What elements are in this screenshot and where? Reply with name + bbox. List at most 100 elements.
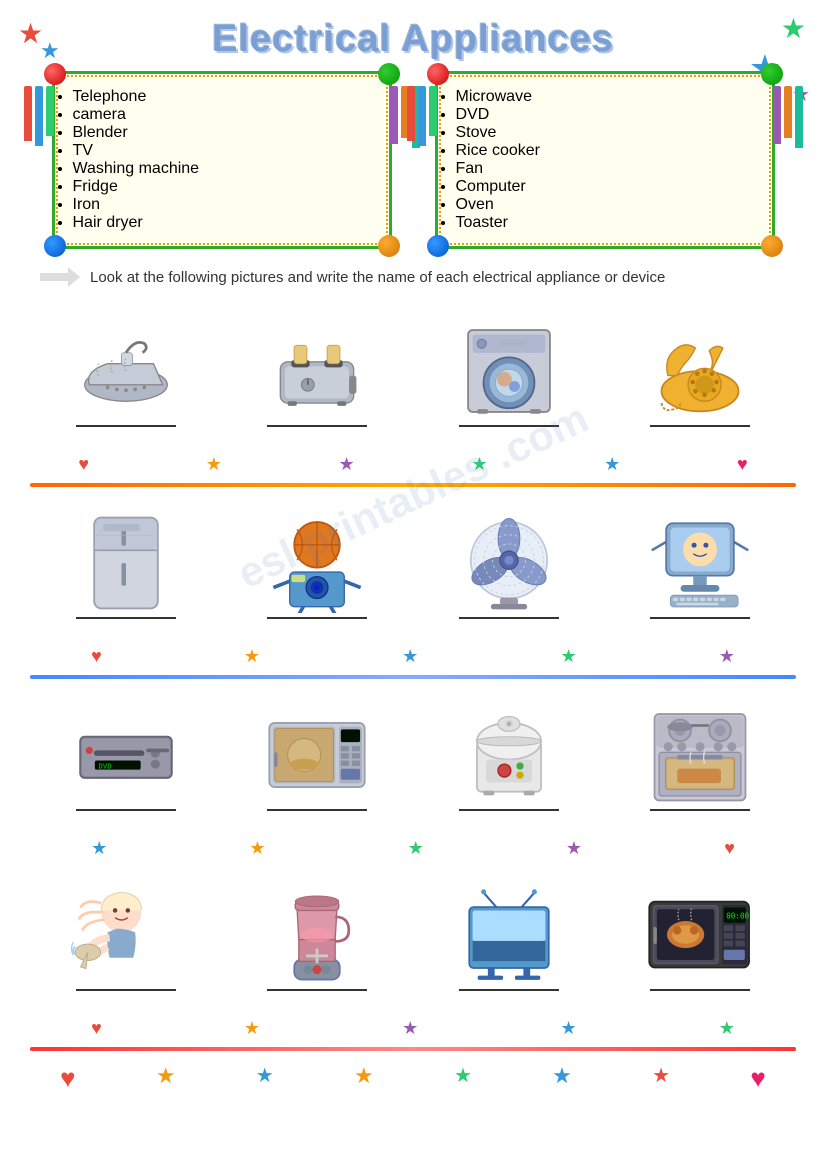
deco-star-4-4: ★ (560, 1018, 576, 1039)
deco-star-4-3: ★ (402, 1018, 418, 1039)
answer-line-fridge (76, 617, 176, 619)
corner-blob-tl (44, 63, 66, 85)
star-deco-3: ★ (781, 15, 806, 43)
deco-star-s2: ★ (206, 454, 222, 475)
left-list-box: Telephone camera Blender TV Washing mach… (52, 71, 392, 249)
list2-item-5: Fan (456, 160, 754, 178)
deco-star-s5: ★ (604, 454, 620, 475)
image-cell-computer (620, 501, 780, 631)
pencil-green (46, 86, 54, 136)
list1-item-7: Iron (73, 196, 371, 214)
right-list: Microwave DVD Stove Rice cooker Fan Comp… (456, 88, 754, 232)
deco-star-s6: ♥ (737, 454, 748, 475)
left-list-container: Telephone camera Blender TV Washing mach… (52, 71, 392, 249)
hair-dryer-svg (71, 885, 181, 985)
deco-stars-2: ♥ ★ ★ ★ ★ (0, 641, 826, 671)
deco-star-2-2: ★ (244, 646, 260, 667)
image-row-2 (0, 491, 826, 641)
bottom-star-6: ★ (652, 1063, 670, 1094)
deco-stars-3: ★ ★ ★ ★ ♥ (0, 833, 826, 863)
corner-blob-tr (378, 63, 400, 85)
page-wrapper: ★ ★ ★ ★ ★ Electrical Appliances Telephon… (0, 0, 826, 1102)
deco-star-s1: ♥ (78, 454, 89, 475)
list1-item-4: TV (73, 142, 371, 160)
instruction-text: Look at the following pictures and write… (90, 269, 665, 286)
deco-star-2-4: ★ (560, 646, 576, 667)
computer-svg (645, 513, 755, 613)
deco-star-2-3: ★ (402, 646, 418, 667)
deco-stars-4: ♥ ★ ★ ★ ★ (0, 1013, 826, 1043)
answer-line-dvd (76, 809, 176, 811)
pencil-purple (390, 86, 398, 144)
answer-line-hair-dryer (76, 989, 176, 991)
corner-blob-br (378, 235, 400, 257)
iron-svg (71, 321, 181, 421)
answer-line-microwave2 (650, 989, 750, 991)
answer-line-iron (76, 425, 176, 427)
image-row-1 (0, 299, 826, 449)
answer-line-rice-cooker (459, 809, 559, 811)
list1-item-1: Telephone (73, 88, 371, 106)
star-deco-2: ★ (40, 40, 60, 62)
list2-item-3: Stove (456, 124, 754, 142)
rice-cooker-svg (454, 705, 564, 805)
image-cell-fan (429, 501, 589, 631)
image-cell-fridge (46, 501, 206, 631)
blender-svg (262, 885, 372, 985)
arrow-icon (40, 267, 80, 287)
image-cell-hair-dryer (46, 873, 206, 1003)
answer-line-computer (650, 617, 750, 619)
image-cell-oven (620, 693, 780, 823)
deco-star-3-4: ★ (566, 838, 582, 859)
pencil-rr-teal (795, 86, 803, 148)
bottom-star-heart: ♥ (60, 1063, 75, 1094)
corner-blob-r-br (761, 235, 783, 257)
pencil-r-blue (418, 86, 426, 146)
image-cell-dvd: DVD (46, 693, 206, 823)
image-cell-telephone (620, 309, 780, 439)
bottom-star-heart2: ♥ (750, 1063, 765, 1094)
list1-item-2: camera (73, 106, 371, 124)
right-list-box: Microwave DVD Stove Rice cooker Fan Comp… (435, 71, 775, 249)
image-cell-microwave2: 00:00 (620, 873, 780, 1003)
right-list-container: Microwave DVD Stove Rice cooker Fan Comp… (435, 71, 775, 249)
image-row-3: DVD (0, 683, 826, 833)
tv-svg (454, 885, 564, 985)
pencils-left (24, 86, 54, 146)
deco-star-3-3: ★ (408, 838, 424, 859)
list1-item-8: Hair dryer (73, 214, 371, 232)
pencils-right-left (407, 86, 437, 146)
deco-stars-1: ♥ ★ ★ ★ ★ ♥ (0, 449, 826, 479)
deco-star-2-1: ♥ (91, 646, 102, 667)
divider-3 (30, 1047, 796, 1051)
image-row-4: 00:00 (0, 863, 826, 1013)
list2-item-2: DVD (456, 106, 754, 124)
left-list: Telephone camera Blender TV Washing mach… (73, 88, 371, 232)
answer-line-telephone (650, 425, 750, 427)
deco-star-s4: ★ (471, 454, 487, 475)
list2-item-6: Computer (456, 178, 754, 196)
list1-item-6: Fridge (73, 178, 371, 196)
oven-svg (645, 705, 755, 805)
image-cell-tv (429, 873, 589, 1003)
image-cell-washing (429, 309, 589, 439)
answer-line-microwave (267, 809, 367, 811)
image-cell-rice-cooker (429, 693, 589, 823)
bottom-star-2: ★ (256, 1063, 274, 1094)
answer-line-oven (650, 809, 750, 811)
camera-svg (262, 513, 372, 613)
deco-star-3-1: ★ (91, 838, 107, 859)
pencil-rr-purple (773, 86, 781, 144)
pencil-rr-orange (784, 86, 792, 138)
image-cell-toaster (237, 309, 397, 439)
list2-item-1: Microwave (456, 88, 754, 106)
deco-star-2-5: ★ (719, 646, 735, 667)
bottom-star-3: ★ (354, 1063, 374, 1094)
deco-star-4-5: ★ (719, 1018, 735, 1039)
bottom-stars-row: ♥ ★ ★ ★ ★ ★ ★ ♥ (0, 1055, 826, 1102)
corner-blob-r-tl (427, 63, 449, 85)
image-cell-iron (46, 309, 206, 439)
pencil-r-red (407, 86, 415, 141)
bottom-star-5: ★ (552, 1063, 572, 1094)
list1-item-3: Blender (73, 124, 371, 142)
